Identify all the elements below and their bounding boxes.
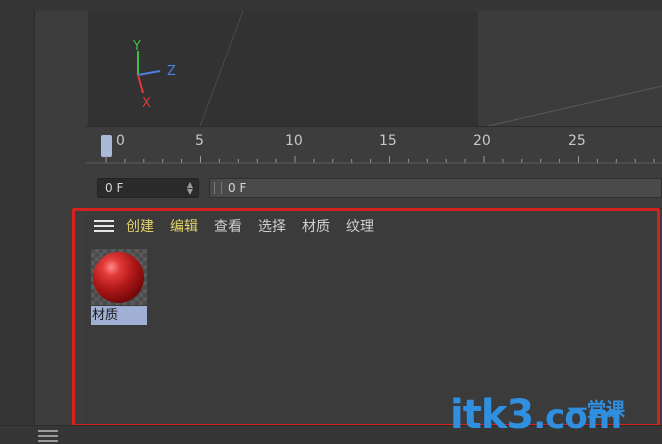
- menu-view[interactable]: 查看: [214, 216, 242, 236]
- bottom-hamburger-icon[interactable]: [38, 428, 58, 442]
- material-manager-menubar: 创建 编辑 查看 选择 材质 纹理: [94, 216, 390, 236]
- frame-range-value: 0 F: [228, 181, 247, 195]
- material-name-label[interactable]: 材质: [91, 306, 147, 325]
- current-frame-field[interactable]: 0 F ▲ ▼: [97, 178, 199, 198]
- axis-x-label: X: [142, 96, 151, 111]
- menu-select[interactable]: 选择: [258, 216, 286, 236]
- menu-material[interactable]: 材质: [302, 216, 330, 236]
- axis-z-line: [137, 70, 161, 76]
- axis-y-label: Y: [133, 39, 141, 54]
- menu-create[interactable]: 创建: [126, 216, 154, 236]
- material-thumbnail[interactable]: [91, 249, 147, 305]
- watermark-logo-text: itk3: [450, 392, 534, 438]
- frame-range-slider[interactable]: 0 F: [209, 178, 662, 198]
- axis-z-label: Z: [167, 64, 176, 79]
- menu-texture[interactable]: 纹理: [346, 216, 374, 236]
- left-panel-edge: [0, 0, 35, 443]
- ruler-label: 25: [568, 133, 586, 149]
- ruler-ticks: [86, 156, 662, 164]
- top-panel-edge: [34, 0, 662, 11]
- menu-edit[interactable]: 编辑: [170, 216, 198, 236]
- ruler-label: 5: [195, 133, 204, 149]
- ruler-label: 15: [379, 133, 397, 149]
- current-frame-value: 0 F: [105, 181, 124, 195]
- material-sphere-preview: [93, 252, 144, 303]
- frame-stepper-icon[interactable]: ▲ ▼: [186, 181, 194, 196]
- ruler-label: 20: [473, 133, 491, 149]
- 3d-viewport[interactable]: Y Z X: [88, 11, 662, 126]
- axis-x-line: [137, 74, 144, 94]
- viewport-divider: [86, 126, 662, 130]
- ruler-label: 10: [285, 133, 303, 149]
- ruler-label: 0: [116, 133, 125, 149]
- range-grip-icon[interactable]: [214, 182, 222, 194]
- watermark-brand-text: 一堂课: [568, 399, 626, 421]
- hamburger-menu-icon[interactable]: [94, 218, 114, 234]
